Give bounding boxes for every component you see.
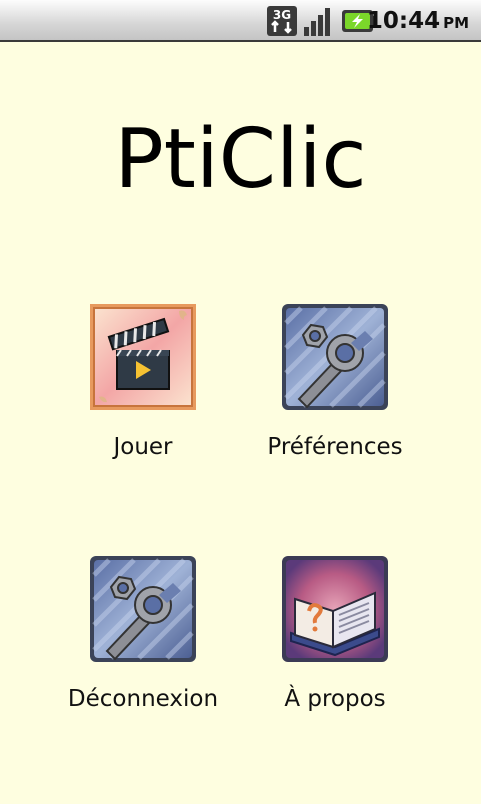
menu-item-about[interactable]: À propos — [235, 555, 435, 714]
menu-item-play[interactable]: Jouer — [43, 303, 243, 462]
menu-label-logout: Déconnexion — [67, 686, 219, 712]
menu-item-logout[interactable]: Déconnexion — [43, 555, 243, 714]
clapperboard-icon[interactable] — [89, 303, 197, 411]
wrench-icon[interactable] — [89, 555, 197, 663]
clock-time: 10:44 — [366, 8, 441, 34]
status-clock: 10:44 PM — [367, 7, 469, 35]
menu-label-about: À propos — [284, 686, 386, 712]
network-3g-icon: 3G — [267, 6, 297, 36]
menu-label-preferences: Préférences — [267, 434, 403, 460]
book-icon[interactable] — [281, 555, 389, 663]
clock-ampm: PM — [443, 14, 469, 32]
wrench-icon[interactable] — [281, 303, 389, 411]
menu-item-preferences[interactable]: Préférences — [235, 303, 435, 462]
svg-text:3G: 3G — [273, 8, 291, 22]
status-bar: 3G 10:44 PM — [0, 0, 481, 42]
signal-bars-icon — [304, 8, 330, 36]
menu-label-play: Jouer — [113, 434, 173, 460]
app-title: PtiClic — [114, 112, 367, 207]
